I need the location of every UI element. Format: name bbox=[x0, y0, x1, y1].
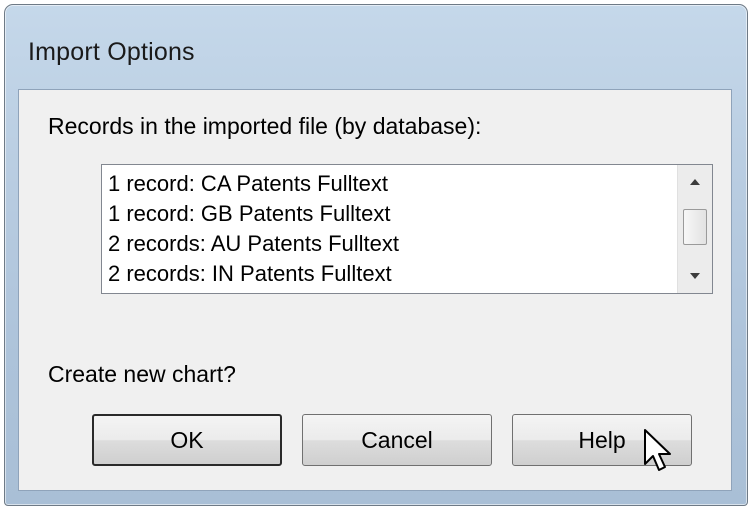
list-item[interactable]: 1 record: GB Patents Fulltext bbox=[102, 199, 678, 229]
scroll-down-arrow-icon[interactable] bbox=[678, 261, 712, 291]
list-item[interactable]: 2 records: IN Patents Fulltext bbox=[102, 259, 678, 289]
list-item[interactable]: 1 record: CA Patents Fulltext bbox=[102, 169, 678, 199]
list-item[interactable]: 2 records: AU Patents Fulltext bbox=[102, 229, 678, 259]
records-listbox[interactable]: 1 record: CA Patents Fulltext 1 record: … bbox=[101, 164, 713, 294]
scroll-up-arrow-icon[interactable] bbox=[678, 167, 712, 197]
title-bar[interactable]: Import Options bbox=[5, 5, 747, 89]
mouse-pointer-icon bbox=[644, 429, 671, 471]
records-list: 1 record: CA Patents Fulltext 1 record: … bbox=[102, 165, 678, 293]
records-label: Records in the imported file (by databas… bbox=[48, 113, 482, 139]
scroll-thumb[interactable] bbox=[683, 209, 707, 245]
cancel-button[interactable]: Cancel bbox=[302, 414, 492, 466]
ok-button[interactable]: OK bbox=[92, 414, 282, 466]
create-chart-question: Create new chart? bbox=[48, 361, 236, 387]
dialog-title: Import Options bbox=[28, 38, 195, 66]
vertical-scrollbar[interactable] bbox=[677, 165, 712, 293]
